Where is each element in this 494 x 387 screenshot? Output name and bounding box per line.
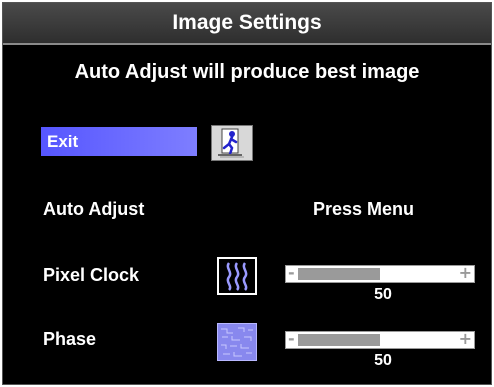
plus-icon: + — [458, 329, 472, 348]
auto-adjust-value: Press Menu — [313, 199, 415, 219]
plus-icon: + — [458, 263, 472, 282]
window-title: Image Settings — [172, 11, 322, 34]
phase-slider[interactable]: - + — [285, 329, 475, 349]
pixel-clock-value: 50 — [374, 286, 392, 303]
exit-label: Exit — [47, 131, 79, 151]
pixel-clock-slider-fill — [298, 268, 380, 280]
pixel-clock-label[interactable]: Pixel Clock — [43, 265, 139, 286]
exit-menu-item[interactable]: Exit — [41, 127, 197, 156]
minus-icon: - — [288, 329, 295, 348]
title-bar: Image Settings — [3, 3, 491, 45]
noise-pattern-icon — [217, 323, 257, 361]
phase-value: 50 — [374, 352, 392, 369]
phase-label[interactable]: Phase — [43, 329, 96, 350]
osd-window: Image Settings Auto Adjust will produce … — [2, 2, 492, 385]
pixel-clock-slider[interactable]: - + — [285, 263, 475, 283]
info-message: Auto Adjust will produce best image — [74, 61, 420, 83]
phase-slider-fill — [298, 334, 380, 346]
auto-adjust-label[interactable]: Auto Adjust — [43, 199, 144, 220]
wave-lines-icon — [217, 257, 257, 295]
minus-icon: - — [288, 263, 295, 282]
exit-person-icon[interactable] — [211, 125, 253, 161]
